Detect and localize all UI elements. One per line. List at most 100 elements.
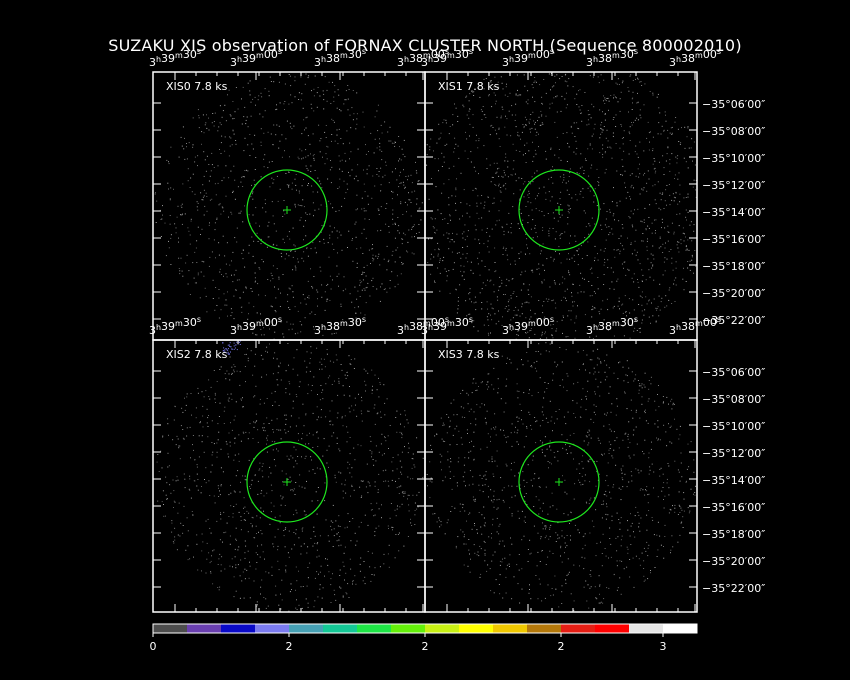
noise-dot [221,135,223,137]
noise-dot [482,484,484,486]
noise-dot [616,170,618,172]
noise-dot [652,94,654,96]
noise-dot [635,175,637,177]
noise-dot [567,411,569,413]
noise-dot [414,510,416,511]
noise-dot [301,93,303,95]
noise-dot [221,556,223,558]
noise-dot [175,227,177,229]
noise-dot [326,285,328,286]
noise-dot [243,497,245,499]
noise-dot [567,85,569,87]
noise-dot [554,456,556,458]
noise-dot [289,75,291,77]
noise-dot [178,447,180,449]
noise-dot [622,312,624,314]
noise-dot [516,390,518,392]
noise-dot [687,126,689,128]
noise-dot [305,303,307,305]
noise-dot [280,504,282,506]
noise-dot [583,363,584,365]
noise-dot [554,282,556,284]
noise-dot [675,192,677,194]
noise-dot [302,107,304,109]
noise-dot [287,343,289,344]
source-dot [227,348,229,350]
noise-dot [561,530,563,532]
noise-dot [266,437,268,439]
noise-dot [310,456,312,458]
noise-dot [631,277,633,279]
noise-dot [374,185,376,187]
noise-dot [323,108,325,110]
noise-dot [333,535,335,537]
noise-dot [582,548,584,550]
noise-dot [679,184,681,186]
noise-dot [346,441,348,443]
noise-dot [298,190,300,192]
noise-dot [235,503,237,505]
noise-dot [491,560,493,562]
noise-dot [462,237,464,239]
noise-dot [585,160,587,161]
noise-dot [603,95,604,97]
noise-dot [634,151,636,153]
noise-dot [171,522,173,524]
noise-dot [284,546,286,548]
noise-dot [314,600,316,602]
noise-dot [556,74,558,76]
noise-dot [371,392,373,394]
noise-dot [285,569,287,571]
noise-dot [523,283,525,285]
noise-dot [480,448,482,450]
noise-dot [466,235,468,237]
noise-dot [211,164,213,166]
noise-dot [612,233,614,235]
noise-dot [645,228,647,230]
noise-dot [491,307,493,309]
noise-dot [261,465,263,467]
noise-dot [620,124,622,125]
noise-dot [661,125,663,127]
noise-dot [296,349,298,351]
noise-dot [589,190,591,192]
noise-dot [262,207,264,209]
noise-dot [488,460,490,462]
noise-dot [381,504,382,506]
noise-dot [162,214,163,216]
noise-dot [219,268,221,270]
noise-dot [530,598,532,600]
noise-dot [527,194,529,196]
noise-dot [226,370,228,372]
noise-dot [326,353,328,355]
noise-dot [488,496,489,498]
noise-dot [314,209,316,211]
noise-dot [401,238,403,240]
noise-dot [545,342,547,344]
noise-dot [567,573,569,575]
noise-dot [401,503,403,505]
noise-dot [528,294,530,295]
noise-dot [239,212,241,214]
noise-dot [542,243,544,245]
noise-dot [250,523,252,524]
noise-dot [629,217,631,219]
noise-dot [521,539,523,541]
noise-dot [154,193,156,195]
noise-dot [276,448,277,450]
noise-dot [381,283,383,285]
noise-dot [566,535,568,536]
noise-dot [481,302,483,303]
noise-dot [484,549,486,551]
noise-dot [355,128,357,130]
noise-dot [203,261,205,263]
noise-dot [219,369,221,370]
noise-dot [635,409,637,411]
noise-dot [216,442,218,444]
noise-dot [528,150,530,152]
noise-dot [644,172,646,174]
noise-dot [235,140,237,141]
noise-dot [532,181,534,183]
noise-dot [442,219,444,220]
noise-dot [326,349,328,350]
